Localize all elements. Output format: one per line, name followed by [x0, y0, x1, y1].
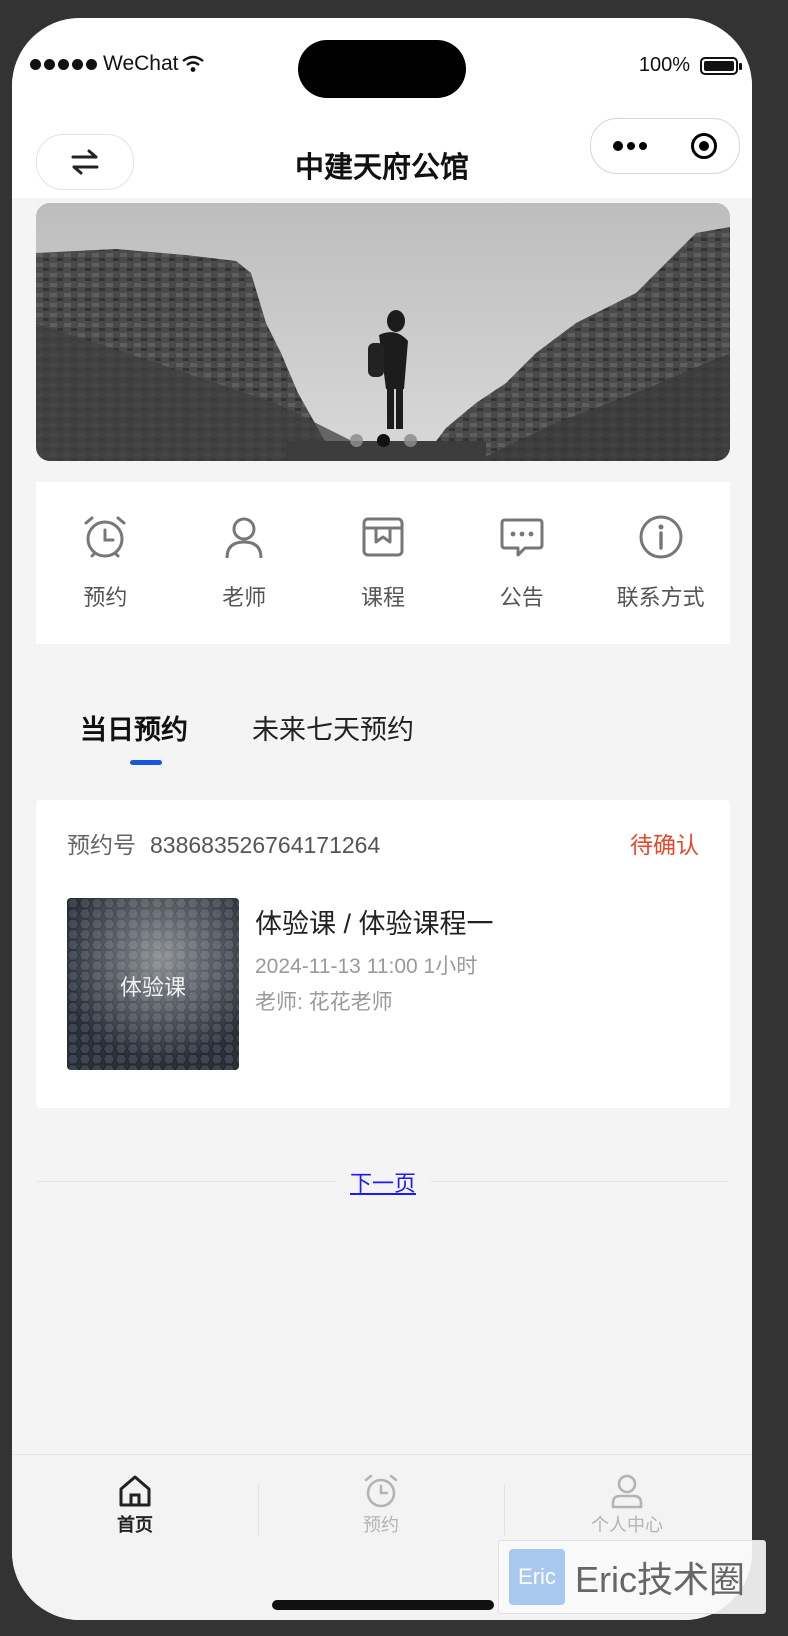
booking-tabs: 当日预约 未来七天预约: [36, 708, 730, 768]
tabbar-item-booking[interactable]: 预约: [258, 1473, 504, 1537]
message-icon: [500, 518, 544, 557]
home-indicator: [272, 1600, 494, 1610]
course-teacher: 老师: 花花老师: [255, 991, 393, 1014]
tabbar-item-profile[interactable]: 个人中心: [504, 1473, 750, 1537]
status-bar: WeChat 100%: [12, 18, 752, 118]
menu-item-booking[interactable]: 预约: [36, 482, 175, 644]
course-thumbnail: 体验课: [67, 898, 239, 1070]
battery-percent: 100%: [638, 54, 690, 76]
next-page-link[interactable]: 下一页: [36, 1166, 730, 1198]
tabbar-item-home[interactable]: 首页: [12, 1473, 258, 1537]
tabbar-label: 首页: [117, 1515, 153, 1535]
carousel-dot-active[interactable]: [376, 434, 390, 447]
watermark-text: Eric技术圈: [575, 1559, 745, 1600]
status-badge: 待确认: [630, 832, 699, 858]
close-miniprogram-icon[interactable]: [691, 133, 717, 159]
course-box-icon: [362, 517, 404, 557]
active-tab-indicator: [130, 760, 162, 765]
menu-item-contact[interactable]: 联系方式: [591, 482, 730, 644]
dynamic-island: [298, 40, 466, 98]
carousel-indicators: [36, 434, 730, 447]
battery-icon: [700, 56, 742, 75]
menu-item-course[interactable]: 课程: [314, 482, 453, 644]
menu-label: 预约: [83, 585, 128, 610]
wifi-icon: [182, 55, 205, 72]
more-menu-icon[interactable]: [613, 141, 647, 151]
watermark: Eric Eric技术圈: [498, 1540, 766, 1614]
booking-number-value: 838683526764171264: [150, 832, 381, 858]
menu-label: 联系方式: [616, 585, 705, 610]
carousel-dot[interactable]: [349, 434, 363, 447]
course-time: 2024-11-13 11:00 1小时: [255, 955, 478, 978]
banner-carousel[interactable]: [36, 203, 730, 461]
thumbnail-label: 体验课: [119, 975, 186, 1000]
miniprogram-capsule: [590, 118, 740, 174]
menu-label: 公告: [499, 585, 544, 610]
alarm-clock-icon: [84, 516, 126, 558]
swap-arrows-icon: [71, 149, 99, 175]
user-icon: [225, 517, 263, 559]
tab-today[interactable]: 当日预约: [80, 708, 188, 747]
status-right: 100%: [638, 54, 742, 77]
pagination: 下一页: [36, 1162, 730, 1202]
watermark-logo: Eric: [509, 1549, 565, 1605]
booking-number: 预约号 838683526764171264: [67, 826, 380, 860]
booking-number-label: 预约号: [67, 832, 136, 858]
home-icon: [119, 1475, 151, 1507]
tab-next-seven-days[interactable]: 未来七天预约: [252, 708, 414, 747]
switch-button[interactable]: [36, 134, 134, 190]
course-title: 体验课 / 体验课程一: [255, 909, 494, 939]
booking-card[interactable]: 预约号 838683526764171264 待确认 体验课 体验课 / 体验课…: [36, 800, 730, 1108]
status-left: WeChat: [30, 52, 205, 76]
carrier-name: WeChat: [103, 52, 179, 75]
phone-screen: WeChat 100% 中建天府公馆 预约 老师 课程 公告 联系方式 当日预约…: [12, 18, 752, 1620]
carousel-dot[interactable]: [403, 434, 417, 447]
menu-label: 课程: [360, 585, 405, 610]
info-icon: [639, 515, 683, 559]
tabbar-label: 个人中心: [591, 1515, 663, 1535]
menu-item-notice[interactable]: 公告: [452, 482, 591, 644]
signal-icon: [30, 58, 97, 70]
banner-image: [36, 203, 730, 461]
menu-item-teacher[interactable]: 老师: [175, 482, 314, 644]
tabbar-label: 预约: [363, 1515, 399, 1535]
alarm-clock-icon: [364, 1474, 398, 1508]
user-icon: [611, 1474, 643, 1509]
quick-menu: 预约 老师 课程 公告 联系方式: [36, 482, 730, 644]
menu-label: 老师: [222, 585, 267, 610]
